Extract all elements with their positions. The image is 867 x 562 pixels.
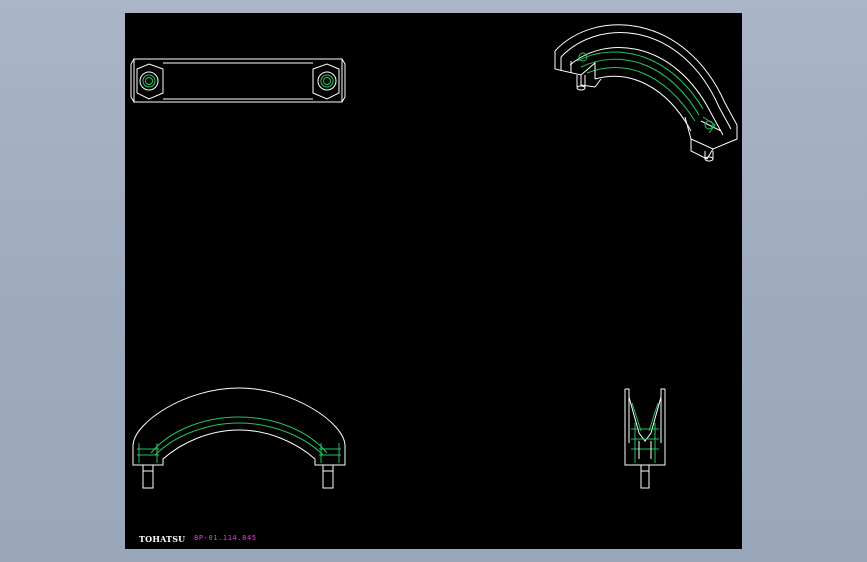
isometric-view [554, 24, 738, 162]
drawing-sheet[interactable]: TOHATSU 8P-01.114.845 [125, 13, 742, 549]
front-view [132, 387, 346, 489]
side-view [624, 388, 666, 489]
cad-drawing-canvas [130, 24, 738, 489]
part-number-label: 8P-01.114.845 [194, 534, 257, 542]
top-view [130, 58, 346, 103]
brand-label: TOHATSU [139, 534, 186, 544]
